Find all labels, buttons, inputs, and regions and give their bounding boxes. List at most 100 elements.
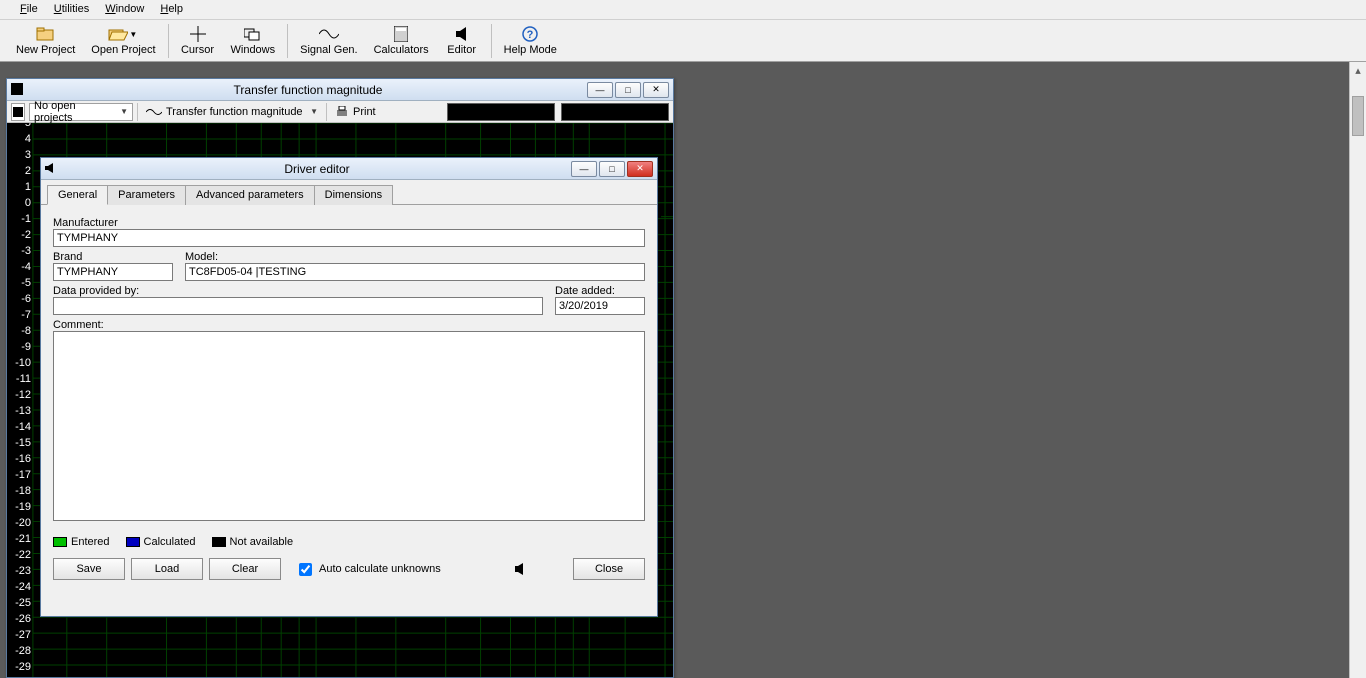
minimize-button[interactable]: — xyxy=(587,82,613,98)
button-row: Save Load Clear Auto calculate unknowns … xyxy=(41,552,657,586)
y-tick-label: -6 xyxy=(21,293,31,305)
y-tick-label: -4 xyxy=(21,261,31,273)
chart-toolbar: No open projects ▼ Transfer function mag… xyxy=(7,101,673,123)
menu-file[interactable]: File xyxy=(12,0,46,19)
readout-box-2 xyxy=(561,103,669,121)
calculated-swatch xyxy=(126,537,140,547)
brand-label: Brand xyxy=(53,251,173,263)
new-project-icon xyxy=(36,25,56,43)
chevron-down-icon[interactable]: ▼ xyxy=(128,30,138,39)
maximize-button[interactable]: □ xyxy=(599,161,625,177)
auto-calc-checkbox[interactable]: Auto calculate unknowns xyxy=(295,560,441,579)
speaker-icon xyxy=(452,25,472,43)
y-axis-labels: 543210-1-2-3-4-5-6-7-8-9-10-11-12-13-14-… xyxy=(9,123,33,677)
close-button[interactable]: ✕ xyxy=(643,82,669,98)
brand-field[interactable] xyxy=(53,263,173,281)
y-tick-label: -18 xyxy=(15,485,31,497)
close-button[interactable]: ✕ xyxy=(627,161,653,177)
signal-gen-button[interactable]: Signal Gen. xyxy=(292,23,365,58)
save-button[interactable]: Save xyxy=(53,558,125,580)
menu-utilities[interactable]: Utilities xyxy=(46,0,97,19)
tab-parameters[interactable]: Parameters xyxy=(107,185,186,205)
title-bar[interactable]: Transfer function magnitude — □ ✕ xyxy=(7,79,673,101)
vertical-scrollbar[interactable]: ▴ xyxy=(1349,62,1366,678)
tab-advanced-parameters[interactable]: Advanced parameters xyxy=(185,185,315,205)
chevron-down-icon: ▼ xyxy=(120,107,128,116)
toolbar-separator xyxy=(287,24,288,58)
signal-gen-icon xyxy=(319,25,339,43)
comment-field[interactable] xyxy=(53,331,645,521)
y-tick-label: -11 xyxy=(16,373,31,385)
manufacturer-field[interactable] xyxy=(53,229,645,247)
speaker-icon xyxy=(45,162,59,176)
y-tick-label: -27 xyxy=(15,629,31,641)
clear-button[interactable]: Clear xyxy=(209,558,281,580)
not-available-swatch xyxy=(212,537,226,547)
title-bar[interactable]: Driver editor — □ ✕ xyxy=(41,158,657,180)
y-tick-label: -25 xyxy=(15,597,31,609)
comment-label: Comment: xyxy=(53,319,645,331)
y-tick-label: -29 xyxy=(15,661,31,673)
tab-general[interactable]: General xyxy=(47,185,108,205)
y-tick-label: 2 xyxy=(25,165,31,177)
window-icon xyxy=(11,83,25,97)
calculators-button[interactable]: Calculators xyxy=(366,23,437,58)
y-tick-label: -17 xyxy=(15,469,31,481)
y-tick-label: -21 xyxy=(15,533,31,545)
calculators-icon xyxy=(391,25,411,43)
projects-combo[interactable]: No open projects ▼ xyxy=(29,103,133,121)
data-provided-field[interactable] xyxy=(53,297,543,315)
menu-help[interactable]: Help xyxy=(152,0,191,19)
model-label: Model: xyxy=(185,251,645,263)
windows-button[interactable]: Windows xyxy=(223,23,284,58)
windows-icon xyxy=(243,25,263,43)
scroll-up-arrow[interactable]: ▴ xyxy=(1350,62,1366,79)
editor-button[interactable]: Editor xyxy=(437,23,487,58)
open-project-button[interactable]: ▼ Open Project xyxy=(83,23,163,58)
new-project-button[interactable]: New Project xyxy=(8,23,83,58)
y-tick-label: -10 xyxy=(15,357,31,369)
wave-icon xyxy=(146,107,162,117)
legend: Entered Calculated Not available xyxy=(41,532,657,552)
driver-editor-window: Driver editor — □ ✕ General Parameters A… xyxy=(40,157,658,617)
date-added-field[interactable] xyxy=(555,297,645,315)
view-combo[interactable]: Transfer function magnitude ▼ xyxy=(142,103,322,121)
svg-text:?: ? xyxy=(527,29,534,41)
y-tick-label: -24 xyxy=(15,581,31,593)
menu-bar: File Utilities Window Help xyxy=(0,0,1366,20)
chart-icon-button[interactable] xyxy=(11,103,25,121)
scroll-thumb[interactable] xyxy=(1352,96,1364,136)
y-tick-label: -9 xyxy=(21,341,31,353)
y-tick-label: -2 xyxy=(21,229,31,241)
load-button[interactable]: Load xyxy=(131,558,203,580)
help-mode-button[interactable]: ? Help Mode xyxy=(496,23,565,58)
window-title: Transfer function magnitude xyxy=(29,83,587,97)
menu-window[interactable]: Window xyxy=(97,0,152,19)
toolbar-separator xyxy=(168,24,169,58)
model-field[interactable] xyxy=(185,263,645,281)
print-button[interactable]: Print xyxy=(331,103,380,121)
y-tick-label: -16 xyxy=(15,453,31,465)
tab-dimensions[interactable]: Dimensions xyxy=(314,185,393,205)
cursor-button[interactable]: Cursor xyxy=(173,23,223,58)
speaker-icon xyxy=(509,562,531,576)
open-project-icon xyxy=(108,25,128,43)
y-tick-label: 3 xyxy=(25,149,31,161)
y-tick-label: -26 xyxy=(15,613,31,625)
y-tick-label: -5 xyxy=(21,277,31,289)
y-tick-label: 5 xyxy=(25,123,31,129)
manufacturer-label: Manufacturer xyxy=(53,217,645,229)
maximize-button[interactable]: □ xyxy=(615,82,641,98)
general-form: Manufacturer Brand Model: Data provided … xyxy=(41,205,657,532)
y-tick-label: -3 xyxy=(21,245,31,257)
y-tick-label: -15 xyxy=(15,437,31,449)
toolbar-separator xyxy=(491,24,492,58)
y-tick-label: -28 xyxy=(15,645,31,657)
close-button[interactable]: Close xyxy=(573,558,645,580)
minimize-button[interactable]: — xyxy=(571,161,597,177)
help-icon: ? xyxy=(520,25,540,43)
y-tick-label: -12 xyxy=(15,389,31,401)
tab-strip: General Parameters Advanced parameters D… xyxy=(41,180,657,205)
y-tick-label: -13 xyxy=(15,405,31,417)
y-tick-label: -19 xyxy=(15,501,31,513)
